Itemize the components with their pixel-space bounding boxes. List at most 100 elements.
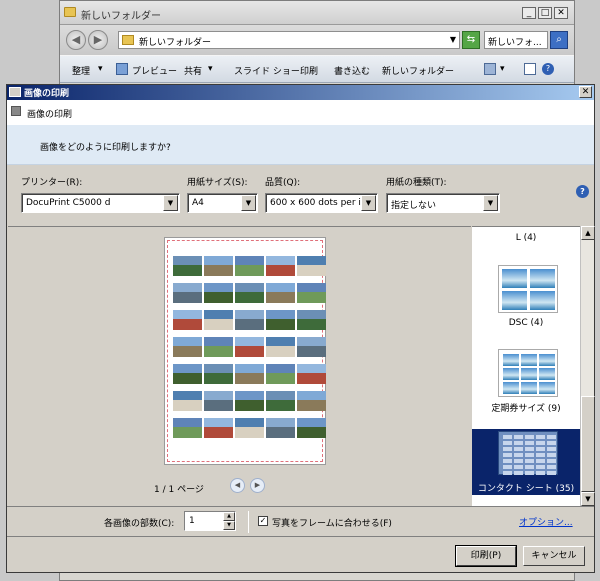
print-button[interactable]: 印刷(P) — [455, 545, 517, 567]
toolbar-new-folder[interactable]: 新しいフォルダー — [382, 64, 454, 77]
quality-select[interactable]: 600 x 600 dots per in ▼ — [265, 193, 378, 213]
preview-pane-icon[interactable] — [524, 63, 536, 75]
search-input[interactable]: 新しいフォ... — [484, 31, 548, 49]
address-bar[interactable]: 新しいフォルダー ▼ — [118, 31, 460, 49]
previous-page-button[interactable]: ◀ — [230, 478, 245, 493]
explorer-title-bar: 新しいフォルダー _ □ ✕ — [60, 1, 574, 25]
photo-thumbnail — [266, 283, 295, 303]
dialog-header-title: 画像の印刷 — [27, 110, 73, 120]
scroll-up-button[interactable]: ▲ — [581, 226, 595, 240]
layout-cell — [525, 441, 534, 445]
layout-cell — [503, 435, 512, 439]
question-text: 画像をどのように印刷しますか? — [40, 143, 171, 153]
chevron-down-icon[interactable]: ▼ — [241, 195, 256, 211]
chevron-down-icon[interactable]: ▾ — [98, 64, 103, 74]
layout-commuter-pass-thumbnail[interactable] — [498, 349, 558, 397]
layout-label: コンタクト シート (35) — [477, 484, 575, 494]
toolbar-organize[interactable]: 整理 — [72, 64, 90, 77]
layout-scrollbar[interactable]: ▲ ▼ — [580, 226, 595, 506]
scroll-thumb[interactable] — [581, 396, 595, 492]
help-icon[interactable]: ? — [542, 63, 554, 75]
toolbar-print[interactable]: 印刷 — [300, 64, 318, 77]
layout-dsc-thumbnail[interactable] — [498, 265, 558, 313]
chevron-down-icon[interactable]: ▼ — [361, 195, 376, 211]
explorer-toolbar: 整理 ▾ プレビュー 共有 ▾ スライド ショー 印刷 書き込む 新しいフォルダ… — [60, 55, 574, 83]
address-row: ◀ ▶ 新しいフォルダー ▼ ⇆ 新しいフォ... ⌕ — [60, 25, 574, 55]
paper-type-select[interactable]: 指定しない ▼ — [386, 193, 500, 213]
layout-label[interactable]: L (4) — [472, 233, 580, 243]
layout-cell — [525, 435, 534, 439]
layout-cell — [539, 368, 555, 380]
dialog-close-button[interactable]: ✕ — [579, 86, 592, 98]
layout-cell — [503, 459, 512, 463]
toolbar-burn[interactable]: 書き込む — [334, 64, 370, 77]
help-icon[interactable]: ? — [576, 185, 589, 198]
preview-page — [164, 237, 326, 465]
layout-cell — [547, 471, 556, 475]
chevron-up-icon[interactable]: ▲ — [223, 512, 235, 521]
photo-thumbnail — [204, 418, 233, 438]
minimize-button[interactable]: _ — [522, 7, 536, 19]
photo-thumbnail — [173, 283, 202, 303]
layout-cell — [547, 459, 556, 463]
printer-select[interactable]: DocuPrint C5000 d ▼ — [21, 193, 180, 213]
chevron-down-icon[interactable]: ▼ — [483, 195, 498, 211]
photo-thumbnail — [204, 337, 233, 357]
layout-cell — [547, 441, 556, 445]
paper-size-value: A4 — [192, 198, 204, 208]
forward-button[interactable]: ▶ — [88, 30, 108, 50]
photo-thumbnail — [235, 283, 264, 303]
back-button[interactable]: ◀ — [66, 30, 86, 50]
layout-cell — [525, 453, 534, 457]
photo-thumbnail — [266, 337, 295, 357]
photo-thumbnail — [204, 391, 233, 411]
chevron-down-icon[interactable]: ▼ — [450, 35, 456, 44]
scroll-down-button[interactable]: ▼ — [581, 492, 595, 506]
dialog-footer: 印刷(P) キャンセル — [7, 536, 594, 574]
chevron-down-icon[interactable]: ▼ — [223, 521, 235, 530]
layout-cell — [503, 453, 512, 457]
layout-label[interactable]: 定期券サイズ (9) — [472, 401, 580, 414]
toolbar-preview[interactable]: プレビュー — [132, 64, 177, 77]
options-link[interactable]: オプション... — [519, 515, 573, 528]
fit-to-frame-checkbox[interactable]: ✓ — [258, 516, 268, 526]
toolbar-share[interactable]: 共有 — [184, 64, 202, 77]
layout-cell — [503, 441, 512, 445]
view-icon[interactable] — [484, 63, 496, 75]
layout-label[interactable]: DSC (4) — [472, 318, 580, 328]
layout-cell — [503, 471, 512, 475]
chevron-down-icon[interactable]: ▼ — [163, 195, 178, 211]
cancel-button[interactable]: キャンセル — [523, 546, 585, 566]
close-button[interactable]: ✕ — [554, 7, 568, 19]
copies-label: 各画像の部数(C): — [104, 519, 175, 529]
layout-cell — [525, 471, 534, 475]
paper-size-label: 用紙サイズ(S): — [187, 178, 248, 188]
layout-cell — [525, 459, 534, 463]
photo-thumbnail — [297, 337, 326, 357]
paper-size-select[interactable]: A4 ▼ — [187, 193, 258, 213]
preview-icon — [116, 63, 128, 75]
copies-value: 1 — [189, 516, 195, 526]
layout-cell — [536, 465, 545, 469]
chevron-down-icon[interactable]: ▾ — [208, 64, 213, 74]
layout-cell — [521, 382, 537, 394]
toolbar-slideshow[interactable]: スライド ショー — [234, 64, 300, 77]
printer-label: プリンター(R): — [21, 178, 83, 188]
photo-thumbnail — [266, 418, 295, 438]
maximize-button[interactable]: □ — [538, 7, 552, 19]
chevron-down-icon[interactable]: ▾ — [500, 64, 505, 74]
copies-stepper[interactable]: 1 ▲ ▼ — [184, 511, 236, 531]
layout-cell — [503, 447, 512, 451]
next-page-button[interactable]: ▶ — [250, 478, 265, 493]
layout-cell — [514, 471, 523, 475]
photo-thumbnail — [266, 310, 295, 330]
explorer-title: 新しいフォルダー — [81, 11, 161, 22]
refresh-button[interactable]: ⇆ — [462, 31, 480, 49]
layout-contact-sheet-selected[interactable]: コンタクト シート (35) — [472, 429, 580, 495]
photo-thumbnail — [204, 256, 233, 276]
search-button[interactable]: ⌕ — [550, 31, 568, 49]
layout-cell — [503, 368, 519, 380]
photo-thumbnail — [173, 337, 202, 357]
layout-list: L (4) DSC (4) 定期券サイズ (9) コンタクト シート (35) — [472, 226, 580, 506]
dialog-header: 画像の印刷 — [7, 100, 594, 125]
